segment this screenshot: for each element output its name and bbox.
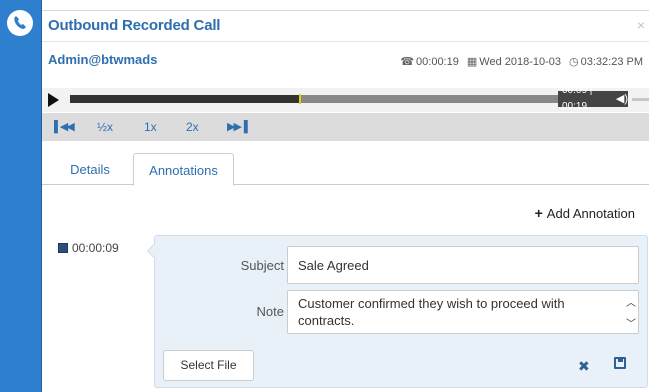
call-meta: ☎ 00:00:19 ▦ Wed 2018-10-03 ◷ 03:32:23 PM <box>400 55 643 69</box>
playback-progress <box>70 95 300 103</box>
add-annotation-button[interactable]: + Add Annotation <box>535 205 635 221</box>
volume-slider[interactable] <box>632 98 649 101</box>
phone-logo-icon <box>7 10 33 36</box>
time-display: 00:09 | 00:19 ◀) <box>558 85 628 112</box>
speed-2x-button[interactable]: 2x <box>186 120 199 134</box>
tab-details[interactable]: Details <box>52 153 128 186</box>
window-title: Outbound Recorded Call <box>48 17 221 34</box>
playhead[interactable] <box>299 94 302 104</box>
clock-icon: ◷ <box>569 56 579 68</box>
call-duration: 00:00:19 <box>416 55 459 68</box>
skip-forward-icon[interactable]: ▶▶▐ <box>227 120 248 133</box>
annotation-timestamp: 00:00:09 <box>58 241 119 255</box>
annotation-panel: Subject Sale Agreed Note Customer confir… <box>146 235 648 388</box>
save-icon[interactable] <box>614 357 626 369</box>
tab-bar: Details Annotations <box>42 141 649 186</box>
skip-back-icon[interactable]: ▌◀◀ <box>54 120 75 133</box>
subject-input[interactable]: Sale Agreed <box>287 246 639 284</box>
audio-player: 00:09 | 00:19 ◀) <box>42 85 649 112</box>
call-info-bar: Admin@btwmads ☎ 00:00:19 ▦ Wed 2018-10-03 … <box>42 42 649 82</box>
scroll-down-icon[interactable]: ﹀ <box>626 316 636 333</box>
note-textarea[interactable]: Customer confirmed they wish to proceed … <box>287 290 639 334</box>
select-file-button[interactable]: Select File <box>163 350 254 381</box>
subject-label: Subject <box>240 258 284 273</box>
call-time: 03:32:23 PM <box>580 55 643 68</box>
annotation-time: 00:00:09 <box>72 241 119 255</box>
speed-1x-button[interactable]: 1x <box>144 120 157 134</box>
call-user: Admin@btwmads <box>48 52 158 67</box>
speed-half-button[interactable]: ½x <box>97 120 113 134</box>
panel-pointer <box>146 243 162 259</box>
plus-icon: + <box>534 205 543 221</box>
note-scrollbar[interactable]: ︿ ﹀ <box>626 295 636 333</box>
playback-track[interactable] <box>70 94 558 104</box>
calendar-icon <box>58 243 68 253</box>
scroll-up-icon[interactable]: ︿ <box>626 295 636 312</box>
phone-icon: ☎ <box>400 56 415 68</box>
call-date: Wed 2018-10-03 <box>479 55 562 68</box>
delete-icon[interactable]: ✖ <box>578 358 590 375</box>
calendar-icon: ▦ <box>466 56 478 68</box>
volume-icon[interactable]: ◀) <box>616 91 628 107</box>
app-sidebar <box>0 0 42 392</box>
speed-toolbar: ▌◀◀ ½x 1x 2x ▶▶▐ <box>42 113 649 141</box>
close-icon[interactable]: × <box>637 17 645 33</box>
play-icon[interactable] <box>48 93 59 107</box>
add-annotation-label: Add Annotation <box>546 205 635 221</box>
time-readout: 00:09 | 00:19 <box>562 85 593 112</box>
note-label: Note <box>256 304 284 319</box>
tab-annotations[interactable]: Annotations <box>133 153 234 186</box>
note-text: Customer confirmed they wish to proceed … <box>298 296 565 328</box>
window-title-bar: Outbound Recorded Call × <box>42 10 649 42</box>
